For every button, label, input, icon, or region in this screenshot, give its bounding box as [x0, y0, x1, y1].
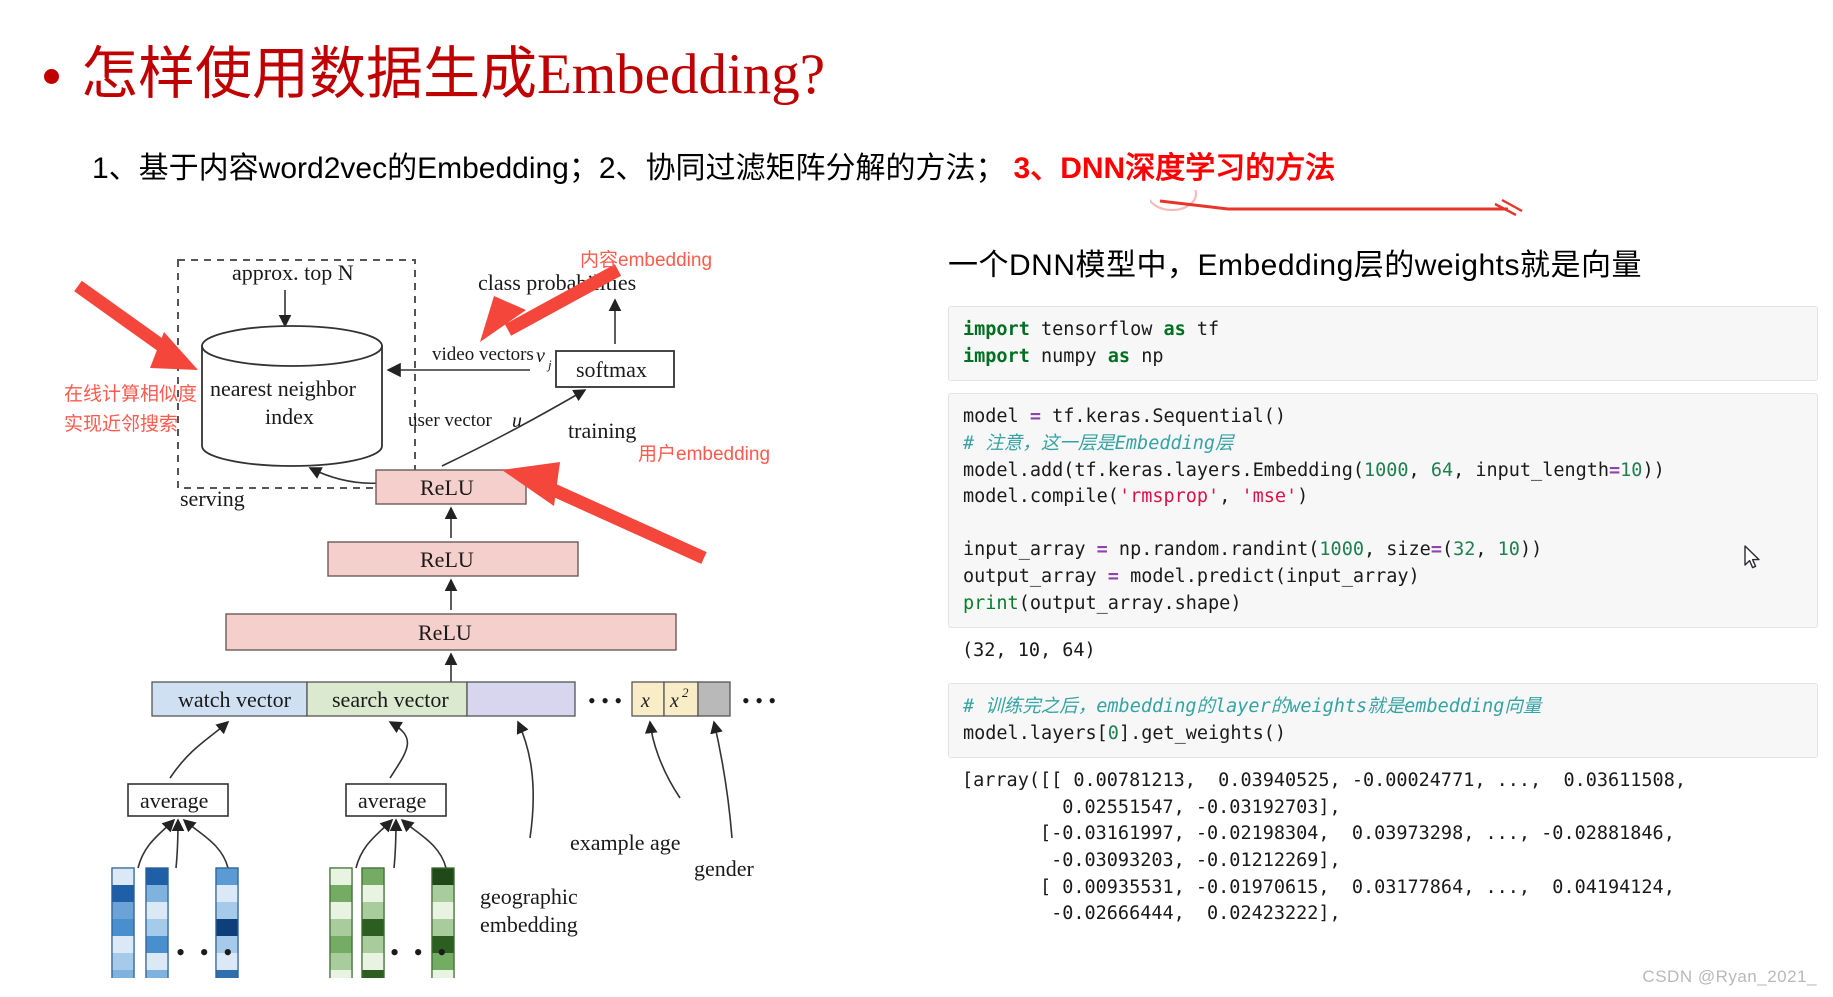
- embedding-layer-comment: # 注意，这一层是Embedding层: [963, 432, 1234, 454]
- embedding-dim-arg: 64: [1430, 459, 1454, 481]
- assign-op-1: =: [1029, 406, 1041, 428]
- close-parens-3: )): [1519, 539, 1543, 561]
- tensorflow-module: tensorflow: [1029, 319, 1164, 340]
- serving-label: serving: [180, 486, 245, 511]
- user-vector-label: user vector: [408, 410, 493, 431]
- as-keyword-2: as: [1107, 345, 1131, 367]
- loss-string: 'mse': [1241, 486, 1298, 508]
- dnn-statement-text: 一个DNN模型中，Embedding层的weights就是向量: [948, 249, 1642, 282]
- geographic-embedding-line1: geographic: [480, 884, 578, 909]
- randint-call: np.random.randint(: [1107, 539, 1320, 561]
- search-columns-ellipsis: • • •: [390, 938, 450, 967]
- embedded-video-watch-columns: • • •: [111, 867, 239, 978]
- assign-op-4: =: [1430, 539, 1442, 561]
- assign-op-2: =: [1609, 459, 1621, 481]
- size-seq: 10: [1497, 539, 1520, 561]
- print-function: print: [963, 592, 1019, 614]
- sep-2: ,: [1219, 486, 1242, 508]
- example-age-label: example age: [570, 830, 681, 855]
- watch-vector-label: watch vector: [178, 687, 292, 712]
- video-vectors-subscript: j: [546, 357, 552, 372]
- x-squared-feature-label: x: [669, 690, 679, 712]
- get-weights-call: ].get_weights(): [1118, 722, 1287, 744]
- output-array-var: output_array: [963, 566, 1108, 587]
- csdn-watermark: CSDN @Ryan_2021_: [1642, 967, 1817, 986]
- code-block-imports: import tensorflow as tf import numpy as …: [948, 306, 1818, 382]
- search-vector-label: search vector: [332, 687, 449, 712]
- average-watch-label: average: [140, 788, 208, 813]
- sep-1: ,: [1408, 459, 1431, 481]
- relu-layer-3-label: ReLU: [420, 475, 474, 500]
- optimizer-string: 'rmsprop': [1118, 486, 1220, 508]
- slide-title-row: 怎样使用数据生成Embedding?: [44, 28, 825, 110]
- close-parens-1: )): [1642, 459, 1665, 481]
- subtitle-methods-text: 1、基于内容word2vec的Embedding；2、协同过滤矩阵分解的方法；: [92, 152, 1006, 185]
- weights-array-output: [array([[ 0.00781213, 0.03940525, -0.000…: [948, 758, 1818, 934]
- size-batch: 32: [1453, 539, 1476, 561]
- model-add-call: model.add(tf.keras.layers.Embedding(: [963, 459, 1364, 481]
- training-label: training: [568, 418, 636, 443]
- close-parens-2: ): [1297, 486, 1309, 508]
- weights-comment: # 训练完之后，embedding的layer的weights就是embeddi…: [963, 695, 1542, 717]
- gender-label: gender: [694, 856, 755, 881]
- size-kw: , size: [1363, 539, 1431, 561]
- nearest-neighbor-label-line2: index: [265, 404, 314, 429]
- numpy-module: numpy: [1029, 345, 1108, 367]
- input-length-kw: , input_length: [1453, 459, 1610, 481]
- feature-bar-ellipsis-1: • • •: [588, 688, 622, 713]
- predict-call: model.predict(input_array): [1118, 566, 1420, 587]
- np-alias: np: [1130, 345, 1164, 367]
- annotation-content-embedding-label: 内容embedding: [580, 249, 712, 271]
- video-columns-ellipsis: • • •: [176, 938, 236, 967]
- layers-index-call: model.layers[: [963, 722, 1108, 744]
- vocab-size-arg: 1000: [1363, 459, 1409, 481]
- nearest-neighbor-label-line1: nearest neighbor: [210, 376, 357, 401]
- annotation-online-similarity-line2: 实现近邻搜索: [64, 413, 178, 435]
- output-shape-result: (32, 10, 64): [948, 628, 1818, 671]
- subtitle-row: 1、基于内容word2vec的Embedding；2、协同过滤矩阵分解的方法； …: [92, 143, 1335, 187]
- video-vectors-label: video vectors: [432, 344, 534, 365]
- approx-top-n-label: approx. top N: [232, 260, 354, 285]
- page-title: 怎样使用数据生成Embedding?: [81, 43, 826, 106]
- annotation-online-similarity-arrow: [74, 280, 198, 370]
- subtitle-underline-annotation: [1150, 190, 1523, 216]
- annotation-user-embedding-label: 用户embedding: [638, 443, 770, 465]
- bullet-icon: [44, 68, 59, 84]
- average-search-label: average: [358, 788, 426, 813]
- sequential-call: tf.keras.Sequential(): [1040, 406, 1287, 428]
- annotation-online-similarity-line1: 在线计算相似度: [64, 383, 197, 405]
- import-keyword-1: import: [963, 319, 1030, 340]
- relu-layer-2-label: ReLU: [420, 547, 474, 572]
- input-array-var: input_array: [963, 539, 1097, 561]
- youtube-dnn-architecture-diagram: .lbl { font-family:"Liberation Serif","D…: [60, 238, 900, 978]
- right-content-column: 一个DNN模型中，Embedding层的weights就是向量 import t…: [948, 240, 1818, 934]
- subtitle-highlight-text: 3、DNN深度学习的方法: [1013, 152, 1336, 185]
- input-length-value: 10: [1620, 459, 1643, 481]
- model-var: model: [963, 406, 1030, 428]
- code-block-get-weights: # 训练完之后，embedding的layer的weights就是embeddi…: [948, 682, 1818, 759]
- softmax-label: softmax: [576, 357, 647, 382]
- model-compile-call: model.compile(: [963, 486, 1119, 508]
- layer-index: 0: [1107, 722, 1119, 744]
- sep-3: ,: [1475, 539, 1498, 561]
- assign-op-3: =: [1096, 539, 1108, 561]
- import-keyword-2: import: [963, 345, 1030, 367]
- x-squared-exponent: 2: [682, 685, 689, 700]
- video-vectors-symbol: v: [536, 345, 545, 367]
- x-feature-label: x: [640, 690, 650, 712]
- print-arg: (output_array.shape): [1018, 592, 1242, 614]
- open-tuple: (: [1441, 539, 1454, 561]
- embedded-search-token-columns: • • •: [329, 867, 455, 978]
- tf-alias: tf: [1185, 319, 1220, 340]
- randint-high: 1000: [1319, 539, 1364, 561]
- assign-op-5: =: [1107, 566, 1119, 587]
- code-block-model-definition: model = tf.keras.Sequential() # 注意，这一层是E…: [948, 393, 1818, 629]
- relu-layer-1-label: ReLU: [418, 620, 472, 645]
- as-keyword-1: as: [1163, 319, 1186, 340]
- geographic-embedding-line2: embedding: [480, 912, 578, 937]
- feature-bar-ellipsis-2: • • •: [742, 688, 776, 713]
